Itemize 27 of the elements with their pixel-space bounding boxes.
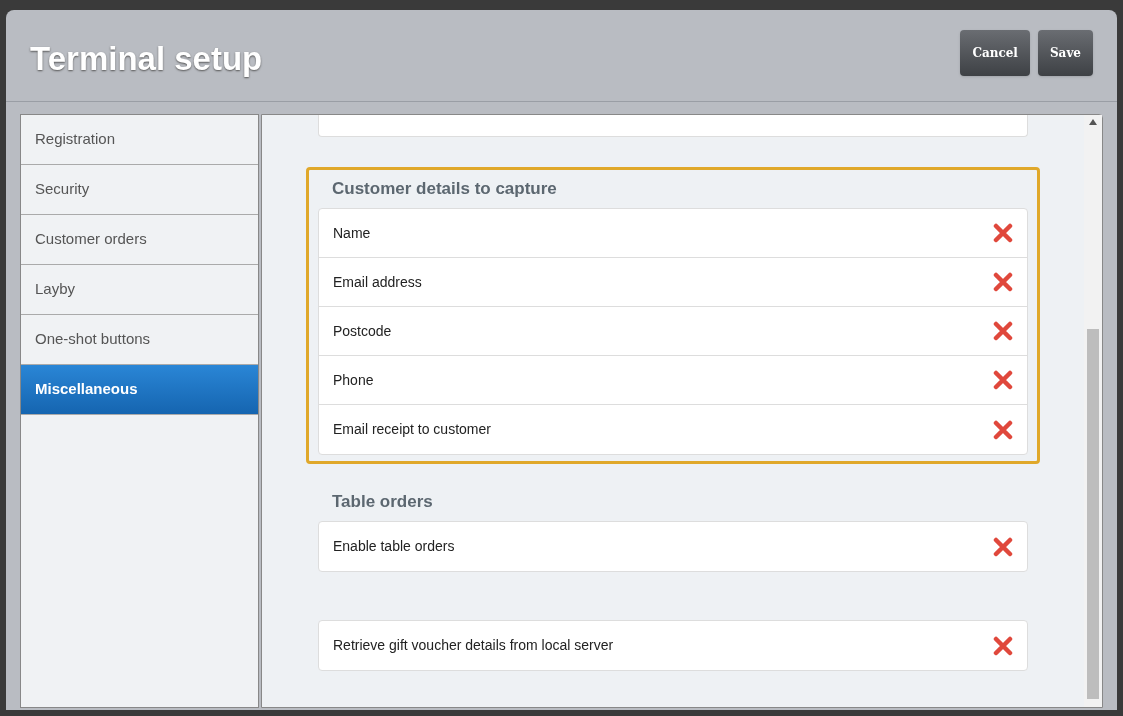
scrollbar[interactable] [1084,115,1102,707]
cross-icon[interactable] [993,635,1013,656]
setting-label: Email address [333,272,422,292]
section-title: Customer details to capture [331,178,558,201]
section-title: Table orders [331,491,434,514]
scroll-thumb[interactable] [1087,328,1099,699]
sidebar-item[interactable]: Registration [21,115,258,165]
setting-label: Phone [333,370,374,390]
sidebar-item[interactable]: Customer orders [21,215,258,265]
cross-icon[interactable] [993,321,1013,341]
sidebar-item[interactable]: Layby [21,265,258,315]
setting-label: Name [333,223,371,243]
setting-label: Enable table orders [333,537,455,556]
cancel-button[interactable]: Cancel [960,30,1030,76]
cross-icon[interactable] [993,223,1013,243]
scroll-up-icon[interactable] [1089,119,1097,125]
setting-label: Email receipt to customer [333,420,491,439]
setting-label: Postcode [333,321,392,341]
save-button[interactable]: Save [1037,30,1093,76]
cross-icon[interactable] [993,370,1013,390]
cross-icon[interactable] [993,419,1013,440]
setting-label: Retrieve gift voucher details from local server [333,636,614,655]
cross-icon[interactable] [993,536,1013,557]
sidebar-item[interactable]: Miscellaneous [21,365,258,415]
cross-icon[interactable] [993,272,1013,292]
window-title: Terminal setup [30,39,263,79]
sidebar-item[interactable]: Security [21,165,258,215]
